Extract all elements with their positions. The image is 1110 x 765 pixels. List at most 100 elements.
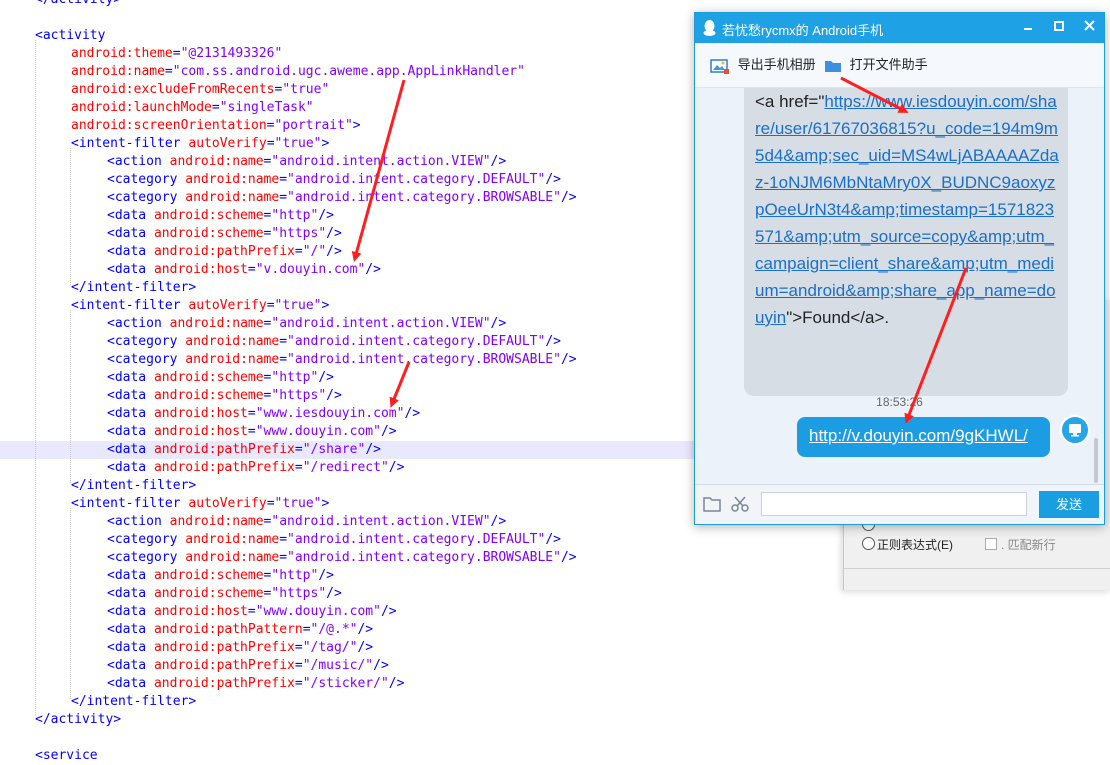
code-token: /> <box>326 226 342 241</box>
incoming-message-text[interactable]: <a href="https://www.iesdouyin.com/share… <box>755 88 1060 331</box>
open-file-helper-button[interactable]: 打开文件助手 <box>824 54 928 76</box>
code-token: <data <box>107 640 154 655</box>
code-token: android:name <box>169 154 264 169</box>
code-token: android:scheme <box>153 226 264 241</box>
code-token: "/@.*" <box>310 622 358 637</box>
code-token: = <box>294 244 303 259</box>
code-token: <data <box>107 370 154 385</box>
indent-guide <box>35 40 36 715</box>
chat-history[interactable]: <a href="https://www.iesdouyin.com/share… <box>695 88 1104 484</box>
code-token: "/tag/" <box>302 640 358 655</box>
code-token: "portrait" <box>274 118 353 133</box>
code-token: <category <box>107 352 186 367</box>
code-token: "true" <box>274 298 322 313</box>
code-token: "android.intent.action.VIEW" <box>271 514 491 529</box>
code-token: > <box>321 136 330 151</box>
code-line[interactable]: <data android:pathPrefix="/music/"/> <box>0 657 1110 675</box>
code-token: android:pathPrefix <box>153 658 295 673</box>
code-token: <data <box>107 460 154 475</box>
indent-guide <box>70 148 71 285</box>
message-link[interactable]: https://www.iesdouyin.com/share/user/617… <box>755 92 1059 327</box>
code-token: = <box>279 334 288 349</box>
scissors-icon[interactable] <box>731 495 749 513</box>
maximize-button[interactable] <box>1048 17 1070 39</box>
code-token: = <box>302 622 311 637</box>
code-token: /> <box>373 658 389 673</box>
minimize-button[interactable] <box>1017 17 1039 39</box>
code-token: <action <box>107 154 170 169</box>
code-token: = <box>266 298 275 313</box>
code-token: <data <box>107 604 154 619</box>
code-line[interactable]: <service <box>0 747 1110 765</box>
code-token: <intent-filter <box>71 298 189 313</box>
message-input[interactable] <box>761 492 1027 516</box>
code-token: "v.douyin.com" <box>255 262 366 277</box>
close-button[interactable] <box>1078 17 1100 39</box>
code-token: /> <box>318 370 334 385</box>
code-token: = <box>247 424 256 439</box>
code-token: "http" <box>271 208 319 223</box>
code-token: <data <box>107 424 154 439</box>
code-token: > <box>321 496 330 511</box>
code-line[interactable]: <data android:pathPrefix="/sticker/"/> <box>0 675 1110 693</box>
code-token: android:scheme <box>153 568 264 583</box>
code-token: /> <box>545 334 561 349</box>
code-token: "/share" <box>302 442 366 457</box>
open-file-helper-label: 打开文件助手 <box>849 57 928 72</box>
code-token: android:scheme <box>153 388 264 403</box>
code-token: android:screenOrientation <box>71 118 267 133</box>
code-token: <data <box>107 406 154 421</box>
code-line[interactable]: </activity> <box>0 0 1110 9</box>
code-token: "android.intent.action.VIEW" <box>271 154 491 169</box>
code-token: = <box>279 172 288 187</box>
code-token: </intent-filter> <box>71 694 197 709</box>
code-token: android:scheme <box>153 586 264 601</box>
dot-matches-newline-label: . 匹配新行 <box>1001 538 1056 552</box>
code-token: = <box>266 496 275 511</box>
code-line[interactable]: <data android:pathPrefix="/tag/"/> <box>0 639 1110 657</box>
code-token: </intent-filter> <box>71 280 197 295</box>
code-token: </activity> <box>35 0 121 7</box>
code-line[interactable]: </intent-filter> <box>0 693 1110 711</box>
qq-penguin-icon <box>703 20 716 36</box>
chat-scrollbar[interactable] <box>1094 438 1098 483</box>
code-token: /> <box>326 388 342 403</box>
code-line[interactable]: <data android:host="www.douyin.com"/> <box>0 603 1110 621</box>
dot-matches-newline-checkbox[interactable] <box>985 538 997 550</box>
chat-toolbar: 导出手机相册 打开文件助手 <box>695 43 1104 88</box>
code-token: </activity> <box>35 712 122 727</box>
indent-guide <box>70 508 71 699</box>
minimize-icon <box>1024 28 1032 30</box>
folder-icon[interactable] <box>703 496 721 512</box>
send-button[interactable]: 发送 <box>1039 491 1099 518</box>
code-line[interactable]: <data android:pathPattern="/@.*"/> <box>0 621 1110 639</box>
code-token: "android.intent.category.DEFAULT" <box>287 532 546 547</box>
code-token: "true" <box>274 496 322 511</box>
export-album-button[interactable]: 导出手机相册 <box>710 54 816 76</box>
message-suffix: ">Found</a>. <box>786 308 890 327</box>
code-token: android:excludeFromRecents <box>71 82 275 97</box>
photo-album-icon <box>710 58 729 74</box>
code-token: /> <box>388 460 405 475</box>
code-token: /> <box>357 640 374 655</box>
code-token: <data <box>107 226 154 241</box>
code-line[interactable]: </activity> <box>0 711 1110 729</box>
code-token: android:name <box>185 550 280 565</box>
code-token: /> <box>326 586 342 601</box>
title-bar[interactable]: 若忧愁rycmx的 Android手机 <box>695 13 1104 43</box>
code-token: <category <box>107 334 186 349</box>
regex-mode-radio[interactable] <box>862 537 875 550</box>
message-prefix: <a href=" <box>755 92 825 111</box>
outgoing-message-link[interactable]: http://v.douyin.com/9gKHWL/ <box>809 426 1028 446</box>
code-token: autoVerify <box>188 496 267 511</box>
regex-mode-label: 正则表达式(E) <box>877 538 953 552</box>
code-line[interactable] <box>0 729 1110 747</box>
code-token: android:host <box>153 262 248 277</box>
code-token: android:name <box>185 334 280 349</box>
code-token: <intent-filter <box>71 496 189 511</box>
avatar[interactable] <box>1060 415 1090 445</box>
code-token: > <box>352 118 361 133</box>
code-token: = <box>164 64 173 79</box>
code-token: /> <box>490 154 507 169</box>
code-token: /> <box>560 550 577 565</box>
